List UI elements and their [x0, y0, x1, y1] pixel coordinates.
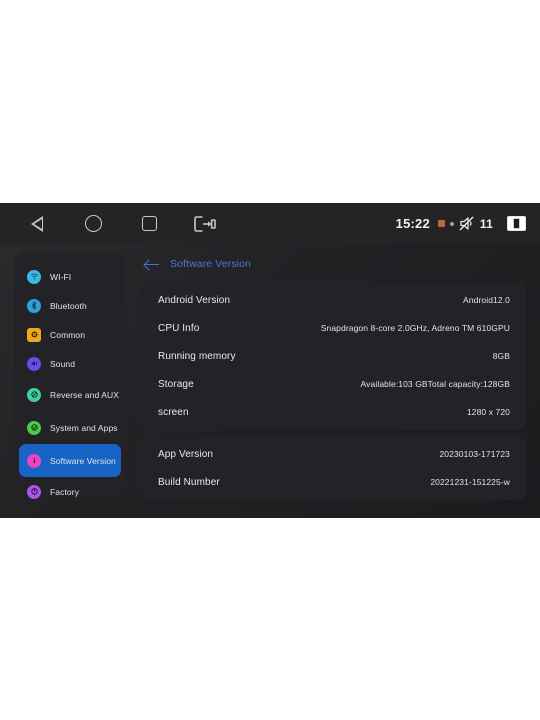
exit-app-icon[interactable]	[194, 213, 216, 235]
table-row: Running memory 8GB	[138, 342, 526, 370]
row-key: screen	[158, 406, 189, 418]
row-key: Storage	[158, 378, 194, 390]
table-row: CPU Info Snapdragon 8-core 2.0GHz, Adren…	[138, 314, 526, 342]
record-square-icon	[437, 220, 445, 227]
row-value: Android12.0	[463, 295, 510, 305]
navigation-buttons	[14, 213, 216, 235]
recents-icon[interactable]	[138, 213, 160, 235]
sidebar-item-bluetooth[interactable]: Bluetooth	[19, 291, 121, 320]
reverse-camera-icon	[27, 387, 41, 402]
table-row: screen 1280 x 720	[138, 398, 526, 426]
sidebar-item-software-version[interactable]: Software Version	[19, 444, 121, 477]
table-row: Storage Available:103 GBTotal capacity:1…	[138, 370, 526, 398]
volume-level: 11	[479, 216, 493, 231]
device-screenshot: 15:22 11 WI-FI Bluetooth Common Sound Re…	[0, 203, 540, 518]
row-key: App Version	[158, 448, 214, 460]
sidebar-item-reverse-and-aux[interactable]: Reverse and AUX	[19, 378, 121, 411]
status-indicators: 15:22 11	[396, 216, 526, 231]
factory-icon	[27, 484, 41, 499]
wifi-icon	[27, 269, 41, 284]
sidebar-item-label: Bluetooth	[50, 300, 87, 311]
device-info-card: Android Version Android12.0 CPU Info Sna…	[138, 282, 526, 430]
content-panel: Software Version Android Version Android…	[138, 252, 526, 500]
row-key: Android Version	[158, 294, 231, 306]
location-dot-icon	[449, 221, 454, 226]
sidebar-item-wifi[interactable]: WI-FI	[19, 262, 121, 291]
sidebar-item-label: Factory	[50, 486, 80, 497]
back-icon[interactable]	[26, 213, 48, 235]
clock: 15:22	[395, 216, 430, 231]
sidebar-item-sound[interactable]: Sound	[19, 349, 121, 378]
sidebar-item-label: WI-FI	[50, 271, 72, 282]
app-body: WI-FI Bluetooth Common Sound Reverse and…	[0, 244, 540, 518]
table-row: Build Number 20221231-151225-w	[138, 468, 526, 496]
table-row: Android Version Android12.0	[138, 286, 526, 314]
sidebar-item-factory[interactable]: Factory	[19, 477, 121, 506]
row-value: 20221231-151225-w	[430, 477, 510, 487]
settings-sidebar: WI-FI Bluetooth Common Sound Reverse and…	[14, 252, 126, 499]
sidebar-item-common[interactable]: Common	[19, 320, 121, 349]
sidebar-item-label: Common	[50, 329, 86, 340]
speaker-icon	[27, 356, 41, 371]
table-row: App Version 20230103-171723	[138, 440, 526, 468]
gear-icon	[27, 327, 41, 342]
sidebar-item-system-and-apps[interactable]: System and Apps	[19, 411, 121, 444]
status-bar: 15:22 11	[0, 203, 540, 244]
row-key: Build Number	[158, 476, 220, 488]
row-key: CPU Info	[158, 322, 200, 334]
sidebar-item-label: Reverse and AUX	[50, 389, 120, 400]
bluetooth-icon	[27, 298, 41, 313]
row-key: Running memory	[158, 350, 236, 362]
row-value: Available:103 GBTotal capacity:128GB	[360, 379, 510, 389]
page-title: Software Version	[170, 258, 251, 270]
sidebar-item-label: Software Version	[50, 455, 116, 466]
sidebar-item-label: System and Apps	[50, 422, 118, 433]
back-arrow-icon[interactable]	[144, 258, 159, 271]
sidebar-item-label: Sound	[50, 358, 76, 369]
battery-icon	[507, 216, 526, 231]
row-value: 20230103-171723	[439, 449, 510, 459]
row-value: 1280 x 720	[466, 407, 510, 417]
apps-icon	[27, 420, 41, 435]
version-info-card: App Version 20230103-171723 Build Number…	[138, 436, 526, 500]
row-value: 8GB	[492, 351, 510, 361]
page-header: Software Version	[138, 252, 526, 276]
info-icon	[27, 453, 41, 468]
row-value: Snapdragon 8-core 2.0GHz, Adreno TM 610G…	[320, 323, 510, 333]
home-icon[interactable]	[82, 213, 104, 235]
speaker-muted-icon	[459, 216, 476, 231]
